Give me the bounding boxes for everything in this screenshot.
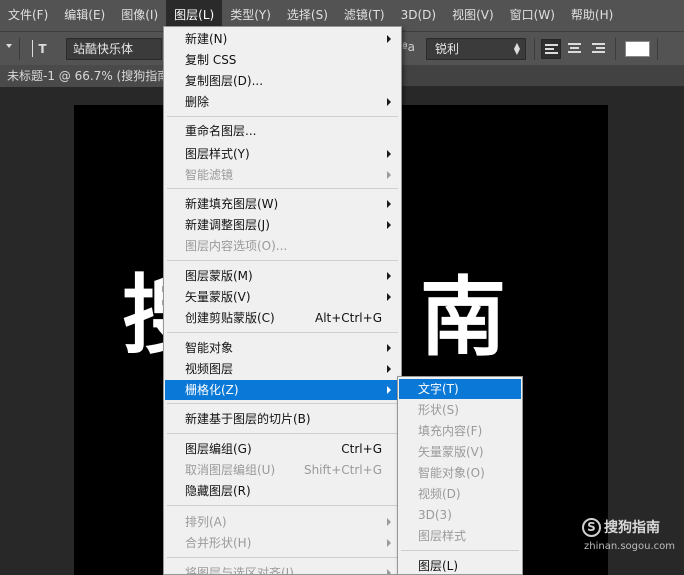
- menu-item-vector-mask[interactable]: 矢量蒙版(V): [165, 287, 400, 307]
- menu-item-rasterize[interactable]: 栅格化(Z): [165, 380, 400, 400]
- menu-item-new-layer-based-slice[interactable]: 新建基于图层的切片(B): [165, 409, 400, 429]
- menu-item-new-fill-layer[interactable]: 新建填充图层(W): [165, 194, 400, 214]
- menu-item-hide-layers[interactable]: 隐藏图层(R): [165, 481, 400, 501]
- antialias-label: ªa: [402, 40, 416, 54]
- text-color-swatch[interactable]: [625, 41, 650, 57]
- menu-item-ungroup-layers[interactable]: 取消图层编组(U) Shift+Ctrl+G: [165, 460, 400, 480]
- menu-item-copy-css[interactable]: 复制 CSS: [165, 50, 400, 70]
- align-center-button[interactable]: [565, 39, 585, 59]
- submenu-item-layer[interactable]: 图层(L): [399, 556, 521, 574]
- submenu-item-smart-object[interactable]: 智能对象(O): [399, 463, 521, 483]
- tool-preset-dropdown-icon[interactable]: [6, 44, 12, 48]
- menu-item-rename-layer[interactable]: 重命名图层...: [165, 121, 400, 141]
- menu-view[interactable]: 视图(V): [444, 0, 502, 31]
- menu-item-duplicate-layer[interactable]: 复制图层(D)...: [165, 71, 400, 91]
- menu-file[interactable]: 文件(F): [0, 0, 56, 31]
- options-divider: [657, 38, 658, 60]
- updown-caret-icon: ▲ ▼: [513, 41, 520, 56]
- menu-item-new[interactable]: 新建(N): [165, 29, 400, 49]
- menu-item-combine-shapes[interactable]: 合并形状(H): [165, 533, 400, 553]
- canvas-text-char: 南: [420, 268, 506, 368]
- rasterize-submenu: 文字(T) 形状(S) 填充内容(F) 矢量蒙版(V) 智能对象(O) 视频(D…: [397, 376, 523, 575]
- menu-window[interactable]: 窗口(W): [502, 0, 563, 31]
- menu-item-new-adjustment-layer[interactable]: 新建调整图层(J): [165, 215, 400, 235]
- menu-item-align-layers-to-selection[interactable]: 将图层与选区对齐(I): [165, 563, 400, 574]
- submenu-item-type[interactable]: 文字(T): [399, 379, 521, 399]
- layer-menu: 新建(N) 复制 CSS 复制图层(D)... 删除 重命名图层... 图层样式…: [163, 26, 402, 575]
- submenu-item-video[interactable]: 视频(D): [399, 484, 521, 504]
- align-right-button[interactable]: [589, 39, 609, 59]
- menu-item-smart-objects[interactable]: 智能对象: [165, 338, 400, 358]
- menu-help[interactable]: 帮助(H): [563, 0, 621, 31]
- antialias-select[interactable]: 锐利 ▲ ▼: [426, 38, 526, 60]
- sogou-s-icon: S: [582, 518, 601, 537]
- menu-item-layer-mask[interactable]: 图层蒙版(M): [165, 266, 400, 286]
- submenu-item-shape[interactable]: 形状(S): [399, 400, 521, 420]
- menu-edit[interactable]: 编辑(E): [56, 0, 113, 31]
- menu-item-delete[interactable]: 删除: [165, 92, 400, 112]
- menu-item-video-layers[interactable]: 视频图层: [165, 359, 400, 379]
- submenu-item-fill-content[interactable]: 填充内容(F): [399, 421, 521, 441]
- options-divider: [19, 38, 20, 60]
- submenu-item-3d[interactable]: 3D(3): [399, 505, 521, 525]
- menu-image[interactable]: 图像(I): [113, 0, 166, 31]
- submenu-item-layer-style[interactable]: 图层样式: [399, 526, 521, 546]
- antialias-value: 锐利: [435, 42, 460, 56]
- menu-item-arrange[interactable]: 排列(A): [165, 512, 400, 532]
- menu-item-smart-filter[interactable]: 智能滤镜: [165, 165, 400, 185]
- menu-item-layer-content-options[interactable]: 图层内容选项(O)...: [165, 236, 400, 256]
- options-divider: [615, 38, 616, 60]
- watermark-brand: 搜狗指南: [604, 520, 660, 536]
- watermark-url: zhinan.sogou.com: [584, 541, 676, 552]
- font-family-field[interactable]: 站酷快乐体: [66, 38, 162, 60]
- options-divider: [534, 38, 535, 60]
- text-orientation-icon[interactable]: T: [30, 39, 48, 59]
- align-left-button[interactable]: [541, 39, 561, 59]
- menu-item-group-layers[interactable]: 图层编组(G) Ctrl+G: [165, 439, 400, 459]
- submenu-item-vector-mask[interactable]: 矢量蒙版(V): [399, 442, 521, 462]
- menu-item-create-clipping-mask[interactable]: 创建剪贴蒙版(C) Alt+Ctrl+G: [165, 308, 400, 328]
- menu-item-layer-style[interactable]: 图层样式(Y): [165, 144, 400, 164]
